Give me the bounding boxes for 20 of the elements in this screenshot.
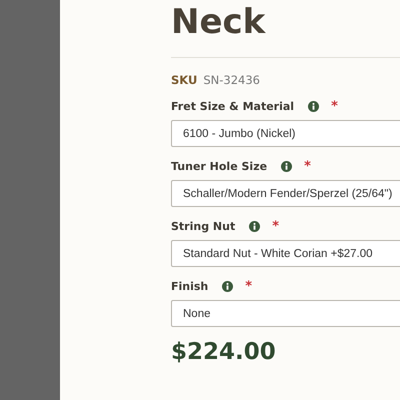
info-icon[interactable] bbox=[249, 220, 260, 232]
option-label: Fret Size & Material bbox=[171, 100, 294, 112]
option-select[interactable]: 6100 - Jumbo (Nickel) bbox=[171, 120, 400, 147]
option-label: Tuner Hole Size bbox=[171, 160, 268, 172]
option-select[interactable]: None bbox=[171, 300, 400, 327]
option-label: Finish bbox=[171, 280, 208, 292]
sku-label: SKU bbox=[171, 73, 198, 87]
option-select[interactable]: Standard Nut - White Corian +$27.00 bbox=[171, 240, 400, 267]
option-label: String Nut bbox=[171, 220, 236, 232]
required-mark: * bbox=[331, 98, 338, 114]
option-select[interactable]: Schaller/Modern Fender/Sperzel (25/64") bbox=[171, 180, 400, 207]
product-title: Neck bbox=[171, 2, 267, 42]
required-mark: * bbox=[245, 278, 252, 294]
sku-value: SN-32436 bbox=[203, 73, 260, 87]
required-mark: * bbox=[272, 218, 280, 234]
required-mark: * bbox=[304, 158, 311, 174]
product-price: $224.00 bbox=[171, 339, 277, 365]
info-icon[interactable] bbox=[222, 280, 234, 292]
info-icon[interactable] bbox=[281, 160, 292, 172]
info-icon[interactable] bbox=[308, 100, 320, 112]
